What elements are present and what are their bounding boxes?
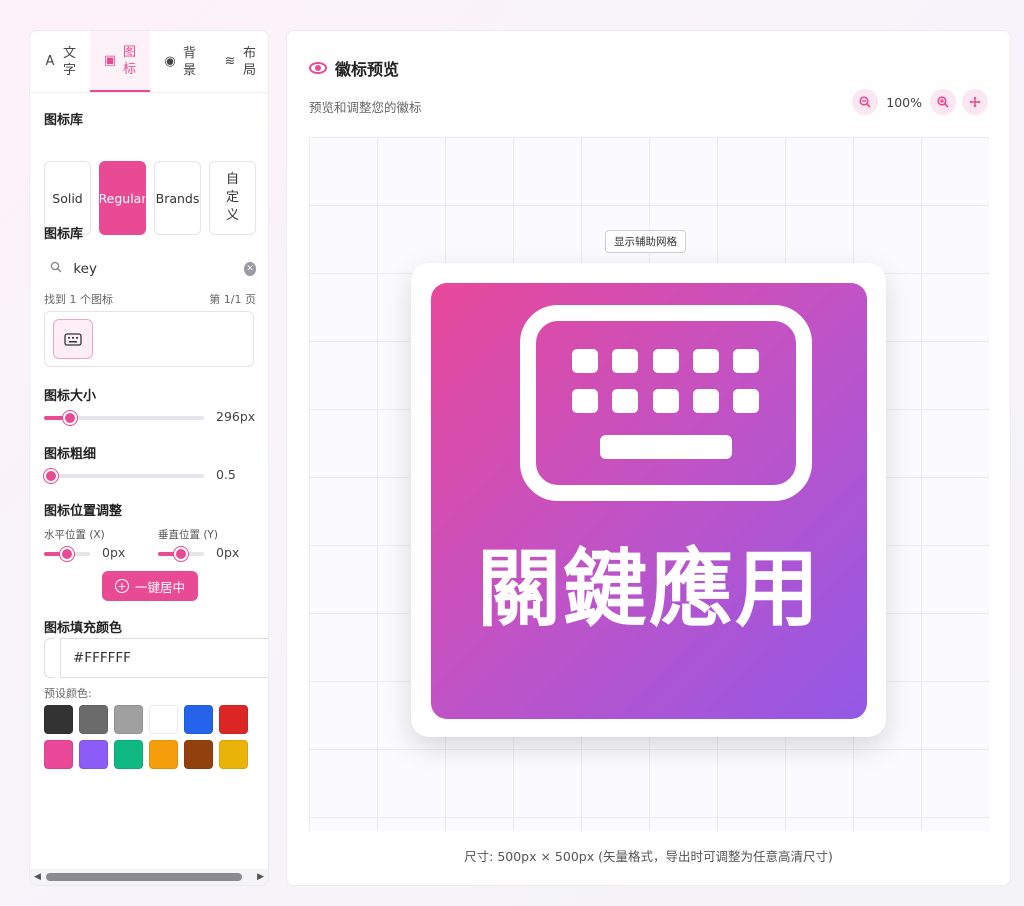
preview-title: 徽标预览: [335, 60, 400, 79]
zoom-out-icon: [859, 96, 871, 108]
preset-color-swatch[interactable]: [219, 740, 248, 769]
vertical-position-value: 0px: [216, 545, 240, 560]
icon-size-title: 图标大小: [44, 389, 97, 404]
preset-color-grid: [44, 705, 248, 769]
preset-color-swatch[interactable]: [79, 705, 108, 734]
preset-color-swatch[interactable]: [149, 705, 178, 734]
zoom-in-button[interactable]: [930, 89, 956, 115]
vertical-position-slider[interactable]: [158, 547, 204, 561]
position-title: 图标位置调整: [44, 504, 123, 519]
regular-style-button[interactable]: Regular: [99, 161, 146, 235]
result-count: 找到 1 个图标: [44, 293, 113, 306]
icon-search-box: ✕: [44, 253, 256, 285]
tab-label: 文字: [63, 45, 77, 78]
layers-icon: ≋: [224, 54, 236, 69]
icon-size-value: 296px: [216, 409, 256, 424]
preset-color-swatch[interactable]: [184, 705, 213, 734]
icon-size-slider[interactable]: [44, 411, 204, 425]
search-icon: [44, 261, 67, 277]
zoom-out-button[interactable]: [852, 89, 879, 115]
slider-thumb[interactable]: [44, 469, 58, 483]
image-icon: ▣: [103, 53, 117, 68]
slider-thumb[interactable]: [174, 547, 188, 561]
palette-icon: ◉: [164, 54, 176, 69]
badge-preview: 關鍵應用: [431, 283, 867, 719]
tab-label: 布局: [243, 45, 257, 78]
tab-layout[interactable]: ≋ 布局: [210, 31, 268, 92]
preview-subtitle: 预览和调整您的徽标: [309, 100, 422, 115]
preview-panel: 徽标预览 预览和调整您的徽标 100% 显示辅助网格 關鍵應用 尺寸: 500p…: [286, 30, 1011, 886]
keyboard-icon: [64, 332, 82, 346]
icon-search-input[interactable]: [67, 261, 245, 277]
preset-color-swatch[interactable]: [149, 740, 178, 769]
icon-weight-slider[interactable]: [44, 469, 204, 483]
font-icon: A: [45, 54, 55, 69]
keyboard-icon-result[interactable]: [53, 319, 93, 359]
settings-panel: A 文字 ▣ 图标 ◉ 背景 ≋ 布局 图标库 Solid Regular Br…: [29, 30, 269, 886]
preset-color-swatch[interactable]: [114, 740, 143, 769]
custom-label-2: 定: [225, 190, 239, 205]
horizontal-position-label: 水平位置 (X): [44, 529, 105, 541]
fill-color-input[interactable]: #FFFFFF: [60, 638, 268, 678]
preset-color-swatch[interactable]: [44, 740, 73, 769]
grid-toggle-button[interactable]: 显示辅助网格: [605, 230, 686, 253]
preset-color-swatch[interactable]: [44, 705, 73, 734]
move-icon: [969, 96, 981, 108]
custom-style-button[interactable]: 自 定 义: [209, 161, 256, 235]
custom-label-1: 自: [225, 172, 239, 187]
pan-button[interactable]: [962, 89, 988, 115]
center-button-label: 一键居中: [134, 579, 185, 595]
fill-color-title: 图标填充颜色: [44, 621, 123, 636]
tab-label: 图标: [123, 44, 137, 77]
horizontal-scrollbar[interactable]: ◀ ▶: [30, 869, 268, 885]
preset-color-swatch[interactable]: [219, 705, 248, 734]
preview-header: 徽标预览: [309, 56, 399, 80]
custom-label-3: 义: [225, 208, 239, 223]
zoom-in-icon: [937, 96, 949, 108]
tab-label: 背景: [183, 45, 197, 78]
preset-color-swatch[interactable]: [184, 740, 213, 769]
color-picker-swatch[interactable]: [44, 638, 54, 678]
icon-library-title: 图标库: [44, 113, 84, 128]
tab-text[interactable]: A 文字: [30, 31, 90, 92]
horizontal-position-slider[interactable]: [44, 547, 90, 561]
tab-background[interactable]: ◉ 背景: [150, 31, 210, 92]
brands-style-button[interactable]: Brands: [154, 161, 201, 235]
icon-results-grid: [44, 311, 254, 367]
clear-search-icon[interactable]: ✕: [244, 262, 256, 276]
preset-color-swatch[interactable]: [114, 705, 143, 734]
keyboard-icon: [520, 305, 812, 501]
horizontal-position-value: 0px: [102, 545, 126, 560]
badge-card: 關鍵應用: [411, 263, 886, 737]
zoom-controls: 100%: [852, 89, 988, 115]
center-button[interactable]: + 一键居中: [102, 571, 198, 601]
page-info: 第 1/1 页: [209, 293, 256, 306]
slider-thumb[interactable]: [60, 547, 74, 561]
tab-icon[interactable]: ▣ 图标: [90, 31, 150, 92]
preview-size-info: 尺寸: 500px × 500px (矢量格式，导出时可调整为任意高清尺寸): [464, 849, 833, 864]
badge-text: 關鍵應用: [476, 539, 821, 638]
icon-search-title: 图标库: [44, 227, 84, 242]
plus-circle-icon: +: [114, 579, 129, 593]
icon-weight-value: 0.5: [216, 467, 236, 482]
preset-colors-label: 预设颜色:: [44, 687, 92, 700]
scroll-right-icon[interactable]: ▶: [257, 872, 264, 882]
zoom-level: 100%: [886, 94, 922, 110]
eye-icon: [309, 62, 327, 74]
slider-thumb[interactable]: [63, 411, 77, 425]
scroll-left-icon[interactable]: ◀: [34, 872, 41, 882]
preset-color-swatch[interactable]: [79, 740, 108, 769]
slider-track: [44, 474, 204, 478]
scrollbar-thumb[interactable]: [46, 873, 242, 881]
icon-weight-title: 图标粗细: [44, 447, 97, 462]
tab-bar: A 文字 ▣ 图标 ◉ 背景 ≋ 布局: [30, 31, 268, 93]
search-result-info: 找到 1 个图标 第 1/1 页: [44, 291, 256, 307]
vertical-position-label: 垂直位置 (Y): [158, 529, 218, 541]
fill-color-field: #FFFFFF: [44, 638, 268, 678]
